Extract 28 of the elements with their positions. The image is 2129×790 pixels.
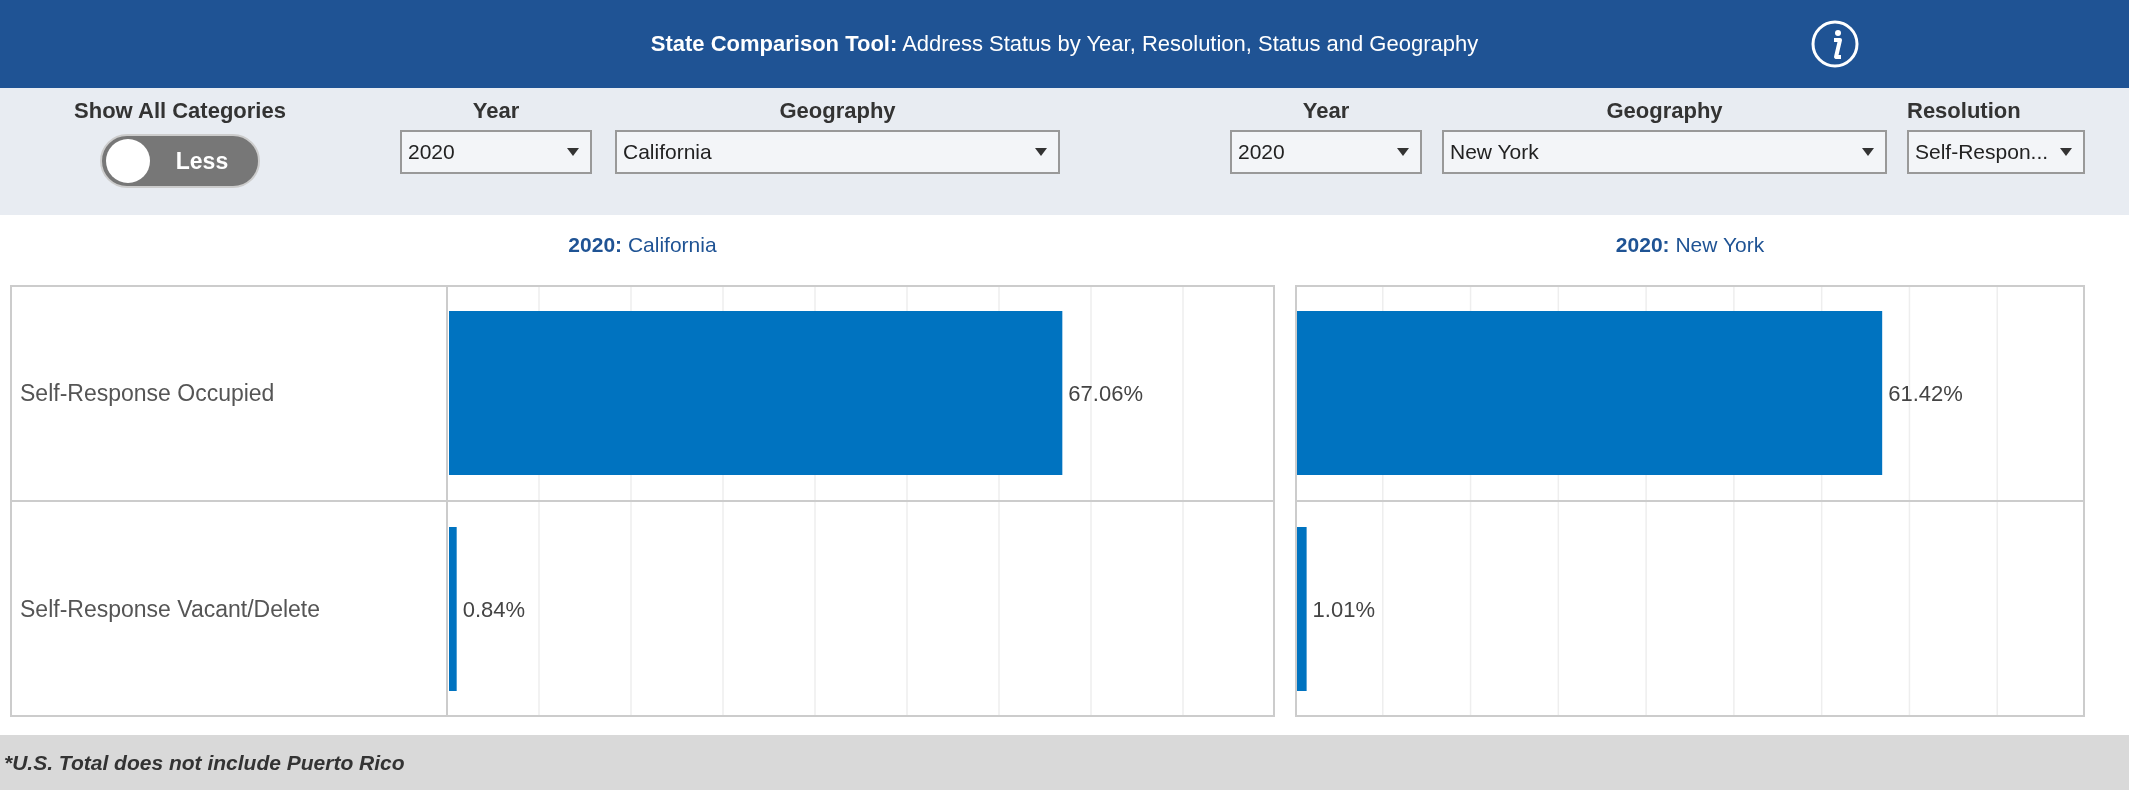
dropdown[interactable]: 2020 (400, 130, 592, 174)
caret-icon (1034, 148, 1048, 156)
caret-icon (1396, 148, 1410, 156)
toggle-switch[interactable]: Less (100, 134, 260, 188)
value-label: 67.06% (1068, 381, 1143, 406)
value-label: 1.01% (1312, 597, 1375, 622)
footnote: *U.S. Total does not include Puerto Rico (4, 750, 405, 775)
filter-label: Year (1302, 97, 1350, 125)
filter-label: Geography (1606, 97, 1723, 125)
info-icon[interactable] (1810, 19, 1860, 69)
dropdown[interactable]: California (615, 130, 1060, 174)
chart-title: 2020: New York (1615, 233, 1765, 258)
tool-title: State Comparison Tool: Address Status by Year, Resolution, Status and Geography (650, 31, 1479, 57)
category-label: Self-Response Vacant/Delete (20, 596, 321, 622)
caret-icon (566, 148, 580, 156)
category-label: Self-Response Occupied (20, 380, 275, 406)
caret-icon (1861, 148, 1875, 156)
caret-icon (2059, 148, 2073, 156)
dropdown[interactable]: 2020 (1230, 130, 1422, 174)
value-label: 61.42% (1888, 381, 1963, 406)
chart-title: 2020: California (568, 233, 717, 258)
toggle-label: Show All Categories (74, 97, 286, 125)
value-label: 0.84% (462, 597, 526, 622)
dropdown[interactable]: New York (1442, 130, 1887, 174)
filter-label: Resolution (1907, 97, 2021, 125)
filter-label: Year (472, 97, 520, 125)
dropdown[interactable]: Self-Respon... (1907, 130, 2085, 174)
filter-label: Geography (779, 97, 896, 125)
